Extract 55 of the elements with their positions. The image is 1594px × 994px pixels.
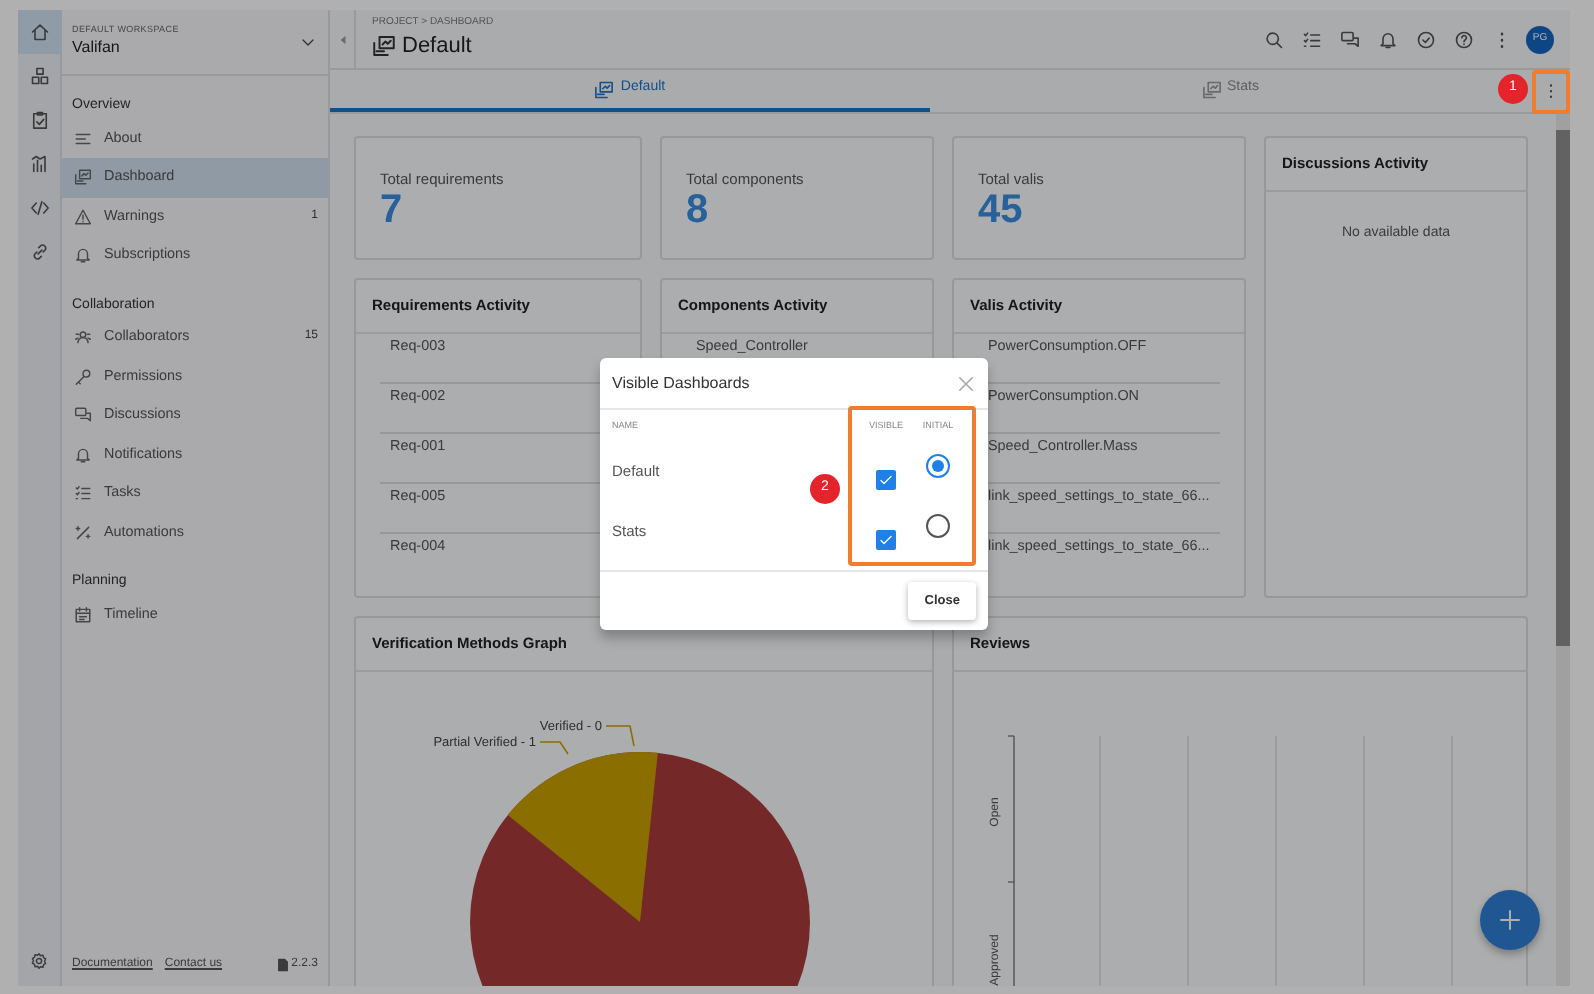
link-icon <box>29 242 49 262</box>
document-icon <box>275 958 290 972</box>
help-button[interactable] <box>1450 26 1476 52</box>
code-icon <box>29 198 49 218</box>
initial-radio[interactable] <box>926 454 950 478</box>
cubes-icon <box>29 66 49 86</box>
settings-icon[interactable] <box>30 952 48 970</box>
bell-icon <box>74 445 92 464</box>
check-icon <box>878 532 894 548</box>
stat-value: 8 <box>684 190 711 231</box>
scrollbar-thumb[interactable] <box>1556 130 1570 646</box>
clipboard-icon <box>29 110 49 130</box>
help-icon <box>1453 29 1473 49</box>
workspace-name: Valifan <box>72 36 122 61</box>
chat-icon <box>74 406 92 425</box>
check-circle-icon <box>1415 29 1435 49</box>
list-icon <box>74 129 92 148</box>
task-list-icon <box>1301 29 1321 49</box>
close-icon <box>956 373 976 393</box>
calendar-icon <box>74 605 92 624</box>
visible-checkbox[interactable] <box>876 470 896 490</box>
task-list-icon <box>74 484 92 503</box>
bar-chart-icon <box>29 154 49 174</box>
chevron-down-icon[interactable] <box>300 34 316 50</box>
people-icon <box>74 328 92 347</box>
close-button[interactable] <box>956 373 976 393</box>
dashboard-icon <box>372 34 396 59</box>
visible-checkbox[interactable] <box>876 530 896 550</box>
highlight-frame <box>1532 70 1570 114</box>
stat-value: 7 <box>378 190 405 231</box>
page-title: Default <box>402 32 472 62</box>
leader-line <box>539 741 569 755</box>
leader-line <box>605 725 635 747</box>
dashboard-icon <box>74 168 92 187</box>
search-icon <box>1263 29 1283 49</box>
wand-icon <box>74 523 92 542</box>
bell-icon <box>74 246 92 265</box>
chat-button[interactable] <box>1336 26 1362 52</box>
dashboard-icon <box>594 79 615 99</box>
collapse-icon[interactable] <box>337 33 347 45</box>
check-icon <box>878 472 894 488</box>
check-circle-button[interactable] <box>1412 26 1438 52</box>
bell-icon <box>1377 29 1397 49</box>
task-list-button[interactable] <box>1298 26 1324 52</box>
dashboard-icon <box>1201 79 1222 99</box>
plus-icon <box>1498 908 1522 932</box>
home-icon <box>29 22 49 42</box>
scrollbar-track[interactable] <box>1556 114 1570 986</box>
chat-icon <box>1339 29 1359 49</box>
dialog-title: Visible Dashboards <box>612 371 750 395</box>
stat-value: 45 <box>976 190 1025 231</box>
initial-radio[interactable] <box>926 514 950 538</box>
search-button[interactable] <box>1260 26 1286 52</box>
warning-icon <box>74 207 92 226</box>
key-icon <box>74 367 92 386</box>
